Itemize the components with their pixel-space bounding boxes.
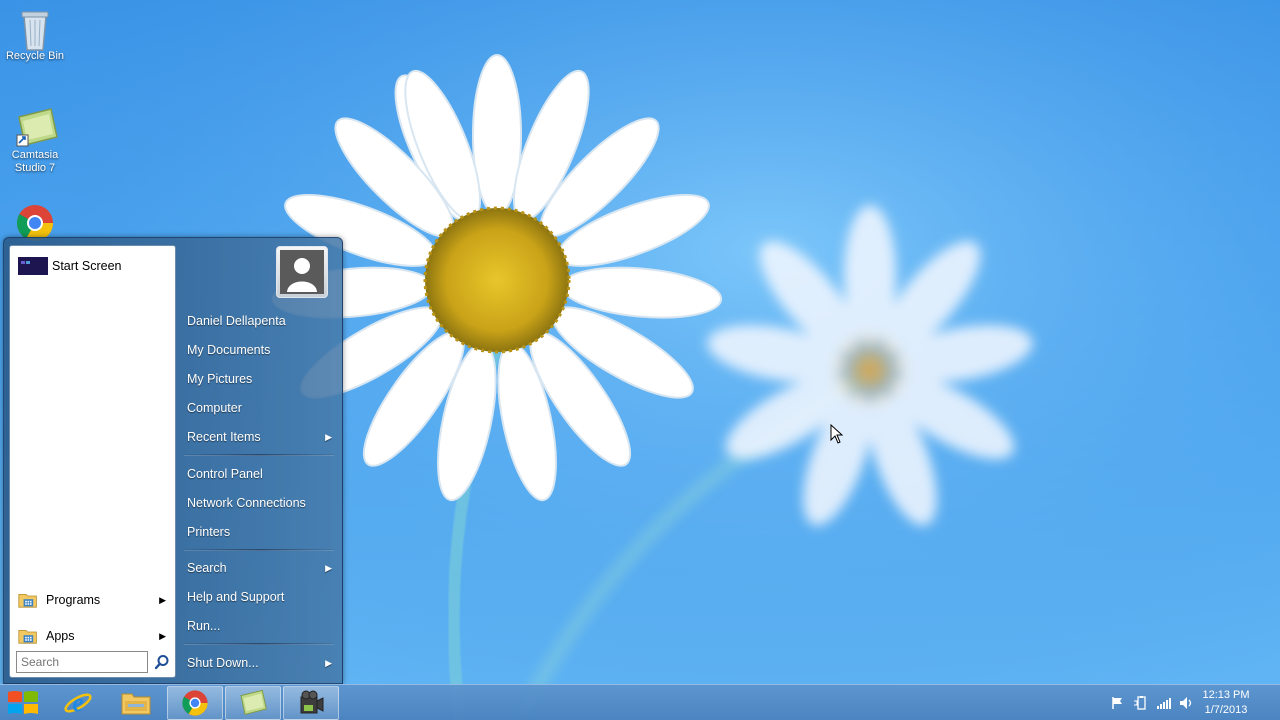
menu-item-recent-items[interactable]: Recent Items ▶: [182, 424, 338, 450]
menu-item-label: Printers: [187, 525, 231, 539]
taskbar-file-explorer[interactable]: [108, 686, 164, 720]
submenu-arrow-icon: ▶: [325, 431, 332, 442]
search-icon[interactable]: [154, 654, 170, 670]
file-explorer-icon: [121, 693, 151, 715]
start-menu: Start Screen Programs ▶ Apps ▶ Search Da…: [3, 237, 343, 684]
shut-down-arrow-icon[interactable]: ▶: [325, 658, 332, 669]
user-avatar-icon: [280, 250, 324, 294]
desktop-icon-label-line2: Studio 7: [14, 162, 56, 174]
menu-item-help-and-support[interactable]: Help and Support: [182, 584, 338, 610]
clock-time: 12:13 PM: [1202, 689, 1250, 701]
menu-item-label: Search: [187, 561, 227, 575]
start-orb-icon: [8, 691, 38, 714]
volume-speaker-icon[interactable]: [1178, 695, 1194, 711]
menu-item-label: Computer: [187, 401, 242, 415]
menu-item-my-documents[interactable]: My Documents: [182, 337, 338, 363]
svg-text:e: e: [72, 688, 84, 717]
desktop-icon-camtasia[interactable]: Camtasia Studio 7: [0, 107, 70, 175]
desktop-icon-label-line1: Camtasia: [11, 149, 59, 161]
taskbar-camtasia-recorder[interactable]: [283, 686, 339, 720]
start-search-input[interactable]: [16, 651, 148, 673]
clock-date: 1/7/2013: [1204, 704, 1248, 716]
taskbar: e 12:13 PM 1/7/2013: [0, 684, 1280, 720]
menu-item-label: Network Connections: [187, 496, 306, 510]
user-name-label: Daniel Dellapenta: [187, 314, 286, 328]
menu-item-label: Run...: [187, 619, 221, 633]
apps-label: Apps: [46, 629, 75, 643]
internet-explorer-icon: e: [64, 688, 92, 717]
menu-item-my-pictures[interactable]: My Pictures: [182, 366, 338, 392]
desktop-icon-label: Recycle Bin: [5, 50, 65, 62]
apps-arrow-icon: ▶: [159, 630, 166, 641]
user-account-picture[interactable]: [276, 246, 328, 298]
menu-separator: [184, 549, 334, 551]
menu-item-label: Recent Items: [187, 430, 261, 444]
programs-folder-icon: [18, 594, 37, 608]
camtasia-icon: [15, 107, 58, 147]
menu-separator: [184, 454, 334, 456]
camtasia-icon: [240, 689, 267, 715]
menu-item-computer[interactable]: Computer: [182, 395, 338, 421]
menu-item-user-folder[interactable]: Daniel Dellapenta: [182, 308, 338, 334]
mouse-cursor-icon: [830, 424, 844, 444]
recycle-bin-icon: [15, 8, 55, 51]
power-battery-icon[interactable]: [1133, 695, 1149, 711]
submenu-arrow-icon: ▶: [325, 562, 332, 573]
start-button[interactable]: [0, 686, 46, 720]
apps-menu-item[interactable]: Apps ▶: [14, 622, 172, 650]
action-center-flag-icon[interactable]: [1110, 695, 1126, 711]
shut-down-label: Shut Down...: [187, 656, 259, 670]
start-screen-icon: [18, 257, 48, 275]
menu-item-label: Control Panel: [187, 467, 263, 481]
menu-item-label: Help and Support: [187, 590, 285, 604]
menu-item-label: My Pictures: [187, 372, 253, 386]
desktop-icon-recycle-bin[interactable]: Recycle Bin: [0, 8, 70, 63]
menu-item-control-panel[interactable]: Control Panel: [182, 461, 338, 487]
menu-item-network-connections[interactable]: Network Connections: [182, 490, 338, 516]
taskbar-camtasia-studio[interactable]: [225, 686, 281, 720]
menu-item-run[interactable]: Run...: [182, 613, 338, 639]
camtasia-recorder-icon: [300, 690, 324, 714]
shut-down-button[interactable]: Shut Down... ▶: [182, 650, 338, 676]
taskbar-internet-explorer[interactable]: e: [50, 686, 106, 720]
programs-arrow-icon: ▶: [159, 594, 166, 605]
pinned-item-label: Start Screen: [52, 259, 122, 273]
taskbar-chrome[interactable]: [167, 686, 223, 720]
network-signal-icon[interactable]: [1156, 695, 1172, 711]
menu-separator: [184, 643, 334, 645]
programs-menu-item[interactable]: Programs ▶: [14, 586, 172, 614]
menu-item-search[interactable]: Search ▶: [182, 555, 338, 581]
menu-item-label: My Documents: [187, 343, 271, 357]
apps-folder-icon: [18, 630, 37, 644]
menu-item-printers[interactable]: Printers: [182, 519, 338, 545]
programs-label: Programs: [46, 593, 101, 607]
chrome-icon: [182, 690, 208, 716]
pinned-item-start-screen[interactable]: Start Screen: [14, 252, 172, 280]
taskbar-clock[interactable]: 12:13 PM 1/7/2013: [1196, 688, 1256, 718]
start-menu-left-pane: Start Screen Programs ▶ Apps ▶: [9, 245, 176, 678]
